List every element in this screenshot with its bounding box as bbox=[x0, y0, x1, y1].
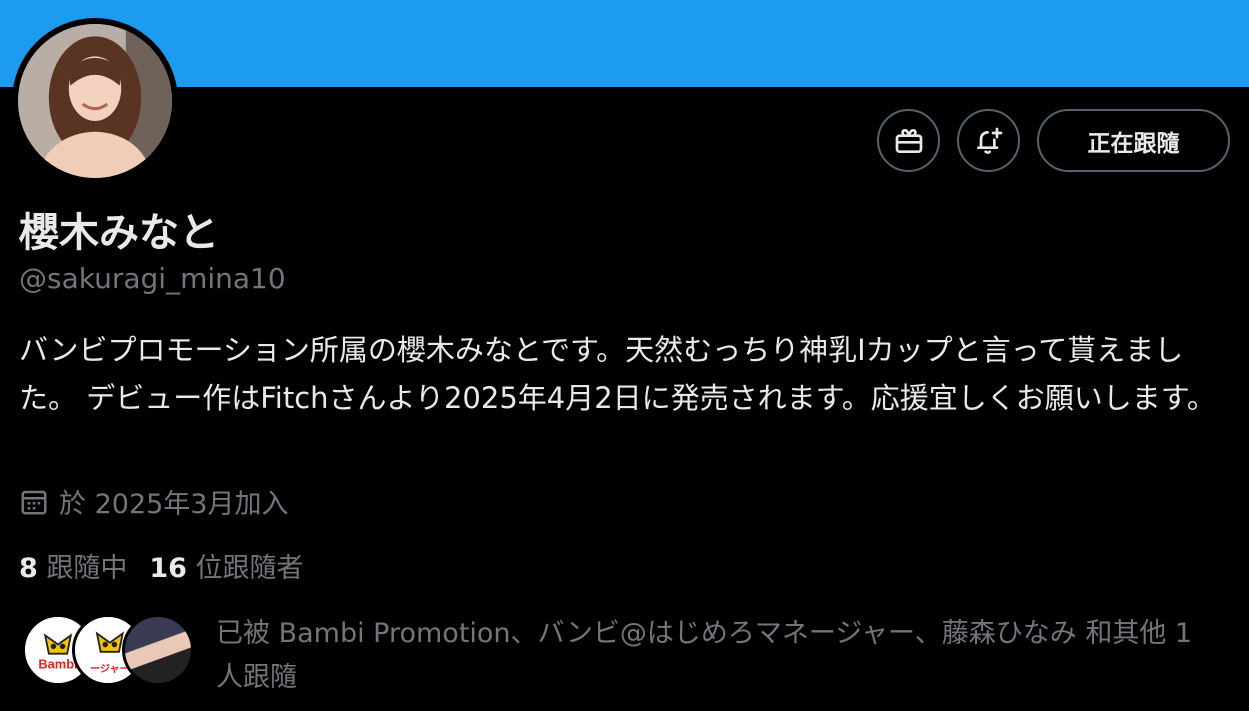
gift-button[interactable] bbox=[877, 109, 940, 172]
profile-name: 櫻木みなと bbox=[19, 210, 219, 256]
profile-avatar[interactable] bbox=[12, 18, 178, 184]
joined-date: 於 2025年3月加入 bbox=[19, 482, 288, 521]
avatar-portrait-icon bbox=[18, 24, 172, 178]
followers-count: 16 bbox=[149, 553, 187, 584]
followers-label: 位跟隨者 bbox=[195, 553, 304, 584]
avatar-photo bbox=[18, 24, 172, 178]
profile-handle: @sakuragi_mina10 bbox=[19, 262, 286, 295]
following-label: 跟隨中 bbox=[46, 553, 128, 584]
gift-icon bbox=[895, 128, 922, 153]
following-button[interactable]: 正在跟隨 bbox=[1037, 109, 1230, 172]
calendar-icon bbox=[21, 490, 47, 514]
following-link[interactable]: 8 跟隨中 bbox=[19, 546, 127, 585]
known-followers-avatars[interactable]: Bambi ージャー bbox=[22, 614, 194, 686]
profile-stats: 8 跟隨中 16 位跟隨者 bbox=[19, 546, 304, 585]
following-count: 8 bbox=[19, 553, 38, 584]
bambi-logo-text: Bambi bbox=[38, 656, 77, 671]
notify-button[interactable] bbox=[957, 109, 1020, 172]
bell-plus-icon bbox=[976, 127, 1002, 154]
joined-text: 於 2025年3月加入 bbox=[59, 489, 289, 520]
followers-link[interactable]: 16 位跟隨者 bbox=[149, 546, 303, 585]
profile-banner[interactable] bbox=[0, 0, 1249, 87]
profile-actions: 正在跟隨 bbox=[877, 109, 1230, 172]
manager-logo-text: ージャー bbox=[90, 663, 130, 675]
profile-bio: バンビプロモーション所属の櫻木みなとです。天然むっちり神乳Iカップと言って貰えま… bbox=[19, 333, 1216, 415]
known-followers-text[interactable]: 已被 Bambi Promotion、バンビ@はじめろマネージャー、藤森ひなみ … bbox=[216, 612, 1226, 700]
follower-avatar-photo bbox=[122, 614, 194, 686]
